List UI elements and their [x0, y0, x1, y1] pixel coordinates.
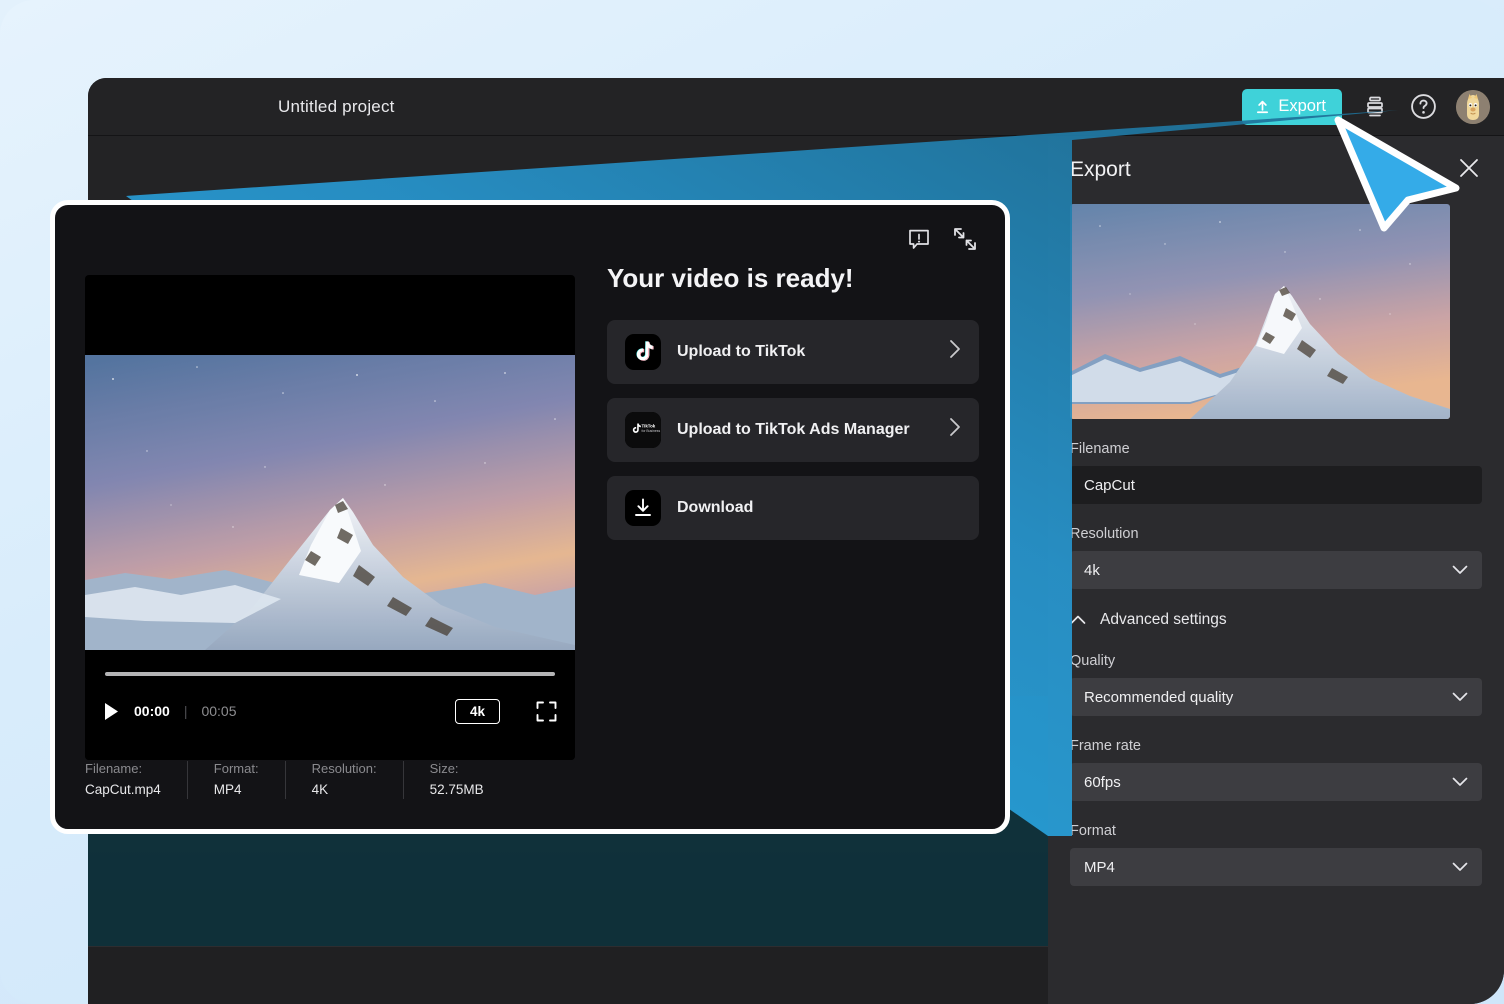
framerate-label: Frame rate: [1070, 738, 1141, 754]
app-top-bar: Untitled project Export: [88, 78, 1504, 136]
format-value: MP4: [1084, 858, 1115, 876]
divider: [402, 761, 404, 799]
action-label: Upload to TikTok: [677, 343, 806, 360]
advanced-settings-toggle[interactable]: Advanced settings: [1070, 611, 1482, 629]
download-icon: [625, 490, 661, 526]
chevron-up-icon: [1070, 615, 1086, 625]
chevron-down-icon: [1452, 692, 1468, 702]
meta-value: 52.75MB: [429, 782, 484, 797]
feedback-exclamation-icon[interactable]: [907, 227, 931, 251]
export-button-label: Export: [1278, 97, 1326, 115]
close-x-icon[interactable]: [1456, 155, 1482, 185]
svg-text:TikTok: TikTok: [642, 423, 656, 428]
quality-value: Recommended quality: [1084, 688, 1234, 706]
meta-key: Resolution:: [311, 761, 377, 776]
format-select[interactable]: MP4: [1070, 848, 1482, 886]
meta-value: CapCut.mp4: [85, 782, 161, 797]
framerate-select[interactable]: 60fps: [1070, 763, 1482, 801]
meta-resolution: Resolution: 4K: [312, 761, 403, 797]
export-panel-title: Export: [1070, 158, 1131, 181]
export-button[interactable]: Export: [1242, 88, 1342, 125]
quality-label: Quality: [1070, 653, 1116, 669]
chevron-down-icon: [1452, 862, 1468, 872]
meta-format: Format: MP4: [214, 761, 285, 797]
chevron-down-icon: [1452, 565, 1468, 575]
tiktok-for-business-icon: TikTok for Business: [625, 412, 661, 448]
upload-to-tiktok-button[interactable]: Upload to TikTok: [607, 320, 979, 384]
collapse-arrows-icon[interactable]: [953, 227, 977, 251]
total-time: 00:05: [201, 703, 237, 719]
action-label: Download: [677, 499, 754, 516]
export-panel: Export Filename CapCut Resolution 4k Adv…: [1048, 136, 1504, 1004]
timeline-strip[interactable]: [88, 946, 1048, 1004]
modal-actions-column: Your video is ready! Upload to TikTok Ti…: [607, 263, 987, 554]
meta-filename: Filename: CapCut.mp4: [85, 761, 187, 797]
preview-media: [85, 355, 575, 650]
upload-arrow-icon: [1255, 99, 1270, 115]
chevron-right-icon: [949, 339, 961, 365]
player-control-row: 00:00 | 00:05 4k: [103, 694, 557, 728]
chevron-down-icon: [1452, 777, 1468, 787]
upload-to-tiktok-ads-manager-button[interactable]: TikTok for Business Upload to TikTok Ads…: [607, 398, 979, 462]
play-icon[interactable]: [103, 702, 120, 721]
meta-key: Size:: [429, 761, 459, 776]
quality-select[interactable]: Recommended quality: [1070, 678, 1482, 716]
page-background: Untitled project Export Export Filename …: [0, 0, 1504, 1004]
resolution-badge[interactable]: 4k: [454, 698, 500, 724]
resolution-label: Resolution: [1070, 526, 1139, 542]
file-meta-row: Filename: CapCut.mp4 Format: MP4 Resolut…: [85, 761, 510, 807]
video-preview-player: 00:00 | 00:05 4k: [85, 275, 575, 760]
meta-key: Filename:: [85, 761, 143, 776]
player-controls: 00:00 | 00:05 4k: [85, 650, 575, 760]
divider: [284, 761, 286, 799]
time-separator: |: [183, 703, 188, 719]
resolution-select[interactable]: 4k: [1070, 551, 1482, 589]
fullscreen-icon[interactable]: [536, 701, 557, 722]
meta-size: Size: 52.75MB: [430, 761, 510, 797]
meta-value: 4K: [311, 782, 329, 797]
filename-label: Filename: [1070, 441, 1130, 457]
top-bar-actions: Export: [1242, 88, 1504, 125]
resolution-value: 4k: [1084, 561, 1100, 579]
modal-tool-icons: [907, 227, 977, 251]
advanced-settings-label: Advanced settings: [1100, 611, 1227, 628]
svg-text:for Business: for Business: [642, 429, 661, 433]
download-button[interactable]: Download: [607, 476, 979, 540]
modal-heading: Your video is ready!: [607, 263, 854, 293]
avatar[interactable]: [1456, 89, 1490, 124]
tiktok-icon: [625, 334, 661, 370]
divider: [186, 761, 188, 799]
meta-value: MP4: [213, 782, 242, 797]
filename-input[interactable]: CapCut: [1070, 466, 1482, 504]
page-title: Untitled project: [278, 96, 395, 116]
export-success-modal: 00:00 | 00:05 4k Your video is ready! Up…: [50, 200, 1010, 834]
export-panel-header: Export: [1070, 136, 1482, 204]
current-time: 00:00: [134, 703, 170, 719]
chevron-right-icon: [949, 417, 961, 443]
format-label: Format: [1070, 823, 1116, 839]
framerate-value: 60fps: [1084, 773, 1121, 791]
meta-key: Format:: [213, 761, 259, 776]
stacked-layers-icon[interactable]: [1360, 92, 1390, 122]
export-thumbnail: [1070, 204, 1450, 419]
scrubber-track[interactable]: [105, 672, 555, 676]
action-label: Upload to TikTok Ads Manager: [677, 421, 910, 438]
question-mark-icon[interactable]: [1408, 92, 1438, 122]
